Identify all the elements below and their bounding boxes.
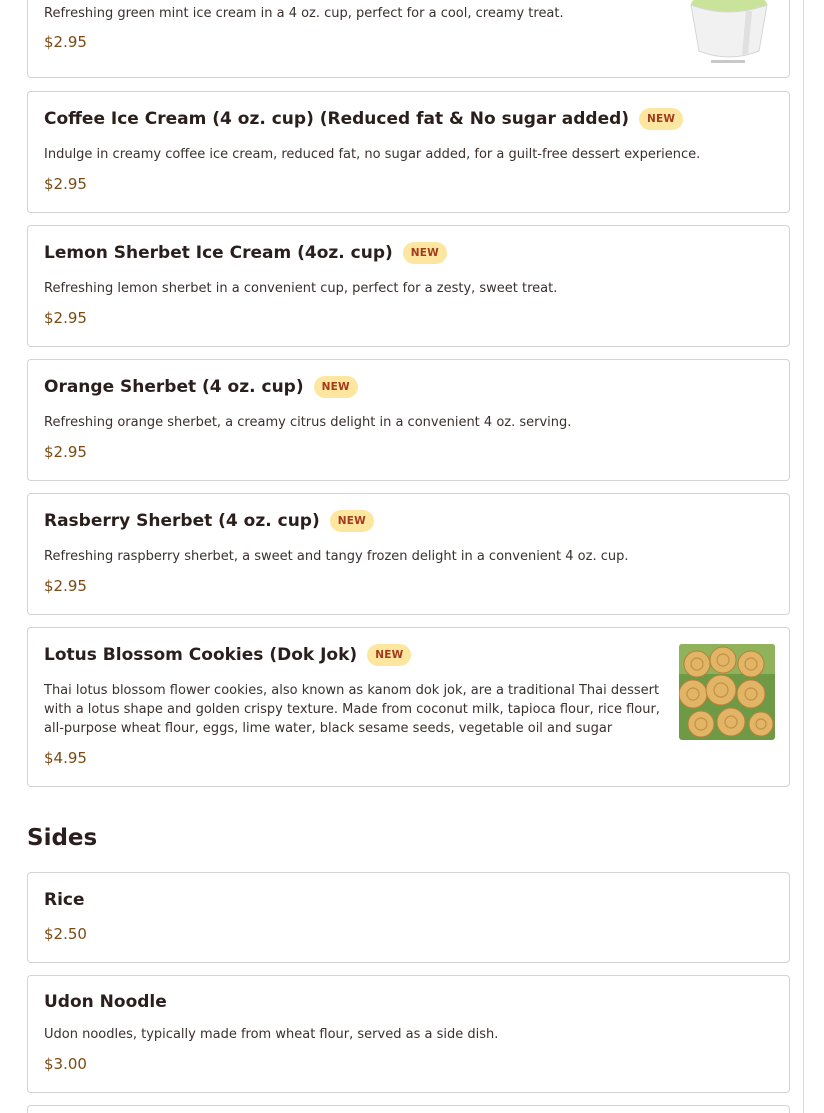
- mint-ice-cream-cup-photo: [679, 0, 775, 67]
- menu-item-description: Udon noodles, typically made from wheat …: [44, 1027, 499, 1042]
- menu-item-description: Refreshing raspberry sherbet, a sweet an…: [44, 549, 629, 564]
- page-right-divider: [803, 0, 804, 1113]
- menu-item-price: $2.50: [44, 925, 87, 943]
- menu-item-price: $2.95: [44, 577, 87, 595]
- menu-item-card-rice[interactable]: Rice $2.50: [27, 872, 790, 963]
- new-badge: NEW: [313, 376, 358, 398]
- menu-item-price: $2.95: [44, 175, 87, 193]
- menu-item-card-udon-noodle[interactable]: Udon Noodle Udon noodles, typically made…: [27, 975, 790, 1093]
- new-badge: NEW: [367, 644, 412, 666]
- menu-item-description: Indulge in creamy coffee ice cream, redu…: [44, 147, 701, 162]
- section-heading-sides: Sides: [27, 825, 98, 851]
- menu-item-card-lemon-sherbet[interactable]: Lemon Sherbet Ice Cream (4oz. cup) NEW R…: [27, 225, 790, 347]
- menu-item-price: $2.95: [44, 443, 87, 461]
- menu-item-title: Lemon Sherbet Ice Cream (4oz. cup): [44, 243, 393, 263]
- menu-item-price: $3.00: [44, 1055, 87, 1073]
- menu-item-card-next[interactable]: [27, 1105, 790, 1113]
- menu-item-description: Refreshing lemon sherbet in a convenient…: [44, 281, 558, 296]
- menu-item-card-coffee-ice-cream[interactable]: Coffee Ice Cream (4 oz. cup) (Reduced fa…: [27, 91, 790, 213]
- menu-item-title: Coffee Ice Cream (4 oz. cup) (Reduced fa…: [44, 109, 630, 129]
- menu-item-price: $4.95: [44, 749, 87, 767]
- menu-item-title: Lotus Blossom Cookies (Dok Jok): [44, 645, 358, 665]
- menu-item-card-lotus-blossom-cookies[interactable]: Lotus Blossom Cookies (Dok Jok) NEW Thai…: [27, 627, 790, 787]
- menu-item-title: Orange Sherbet (4 oz. cup): [44, 377, 304, 397]
- new-badge: NEW: [402, 242, 447, 264]
- new-badge: NEW: [639, 108, 684, 130]
- menu-item-title: Rasberry Sherbet (4 oz. cup): [44, 511, 320, 531]
- menu-item-title: Rice: [44, 890, 85, 910]
- lotus-cookies-photo: [679, 644, 775, 740]
- menu-item-price: $2.95: [44, 33, 87, 51]
- new-badge: NEW: [329, 510, 374, 532]
- menu-item-price: $2.95: [44, 309, 87, 327]
- menu-item-card-orange-sherbet[interactable]: Orange Sherbet (4 oz. cup) NEW Refreshin…: [27, 359, 790, 481]
- menu-item-description: Refreshing green mint ice cream in a 4 o…: [44, 6, 564, 21]
- menu-item-title: Udon Noodle: [44, 992, 167, 1012]
- menu-item-card-rasberry-sherbet[interactable]: Rasberry Sherbet (4 oz. cup) NEW Refresh…: [27, 493, 790, 615]
- menu-item-title-row: Coffee Ice Cream (4 oz. cup) (Reduced fa…: [44, 106, 684, 132]
- menu-item-card-mint-ice-cream[interactable]: Refreshing green mint ice cream in a 4 o…: [27, 0, 790, 78]
- menu-item-description: Thai lotus blossom flower cookies, also …: [44, 683, 660, 736]
- menu-item-title-row: Lotus Blossom Cookies (Dok Jok) NEW: [44, 642, 412, 668]
- menu-item-title-row: Lemon Sherbet Ice Cream (4oz. cup) NEW: [44, 240, 447, 266]
- menu-item-title-row: Orange Sherbet (4 oz. cup) NEW: [44, 374, 358, 400]
- menu-item-description: Refreshing orange sherbet, a creamy citr…: [44, 415, 572, 430]
- menu-item-title-row: Udon Noodle: [44, 989, 167, 1015]
- menu-item-title-row: Rasberry Sherbet (4 oz. cup) NEW: [44, 508, 374, 534]
- menu-item-title-row: Rice: [44, 887, 85, 913]
